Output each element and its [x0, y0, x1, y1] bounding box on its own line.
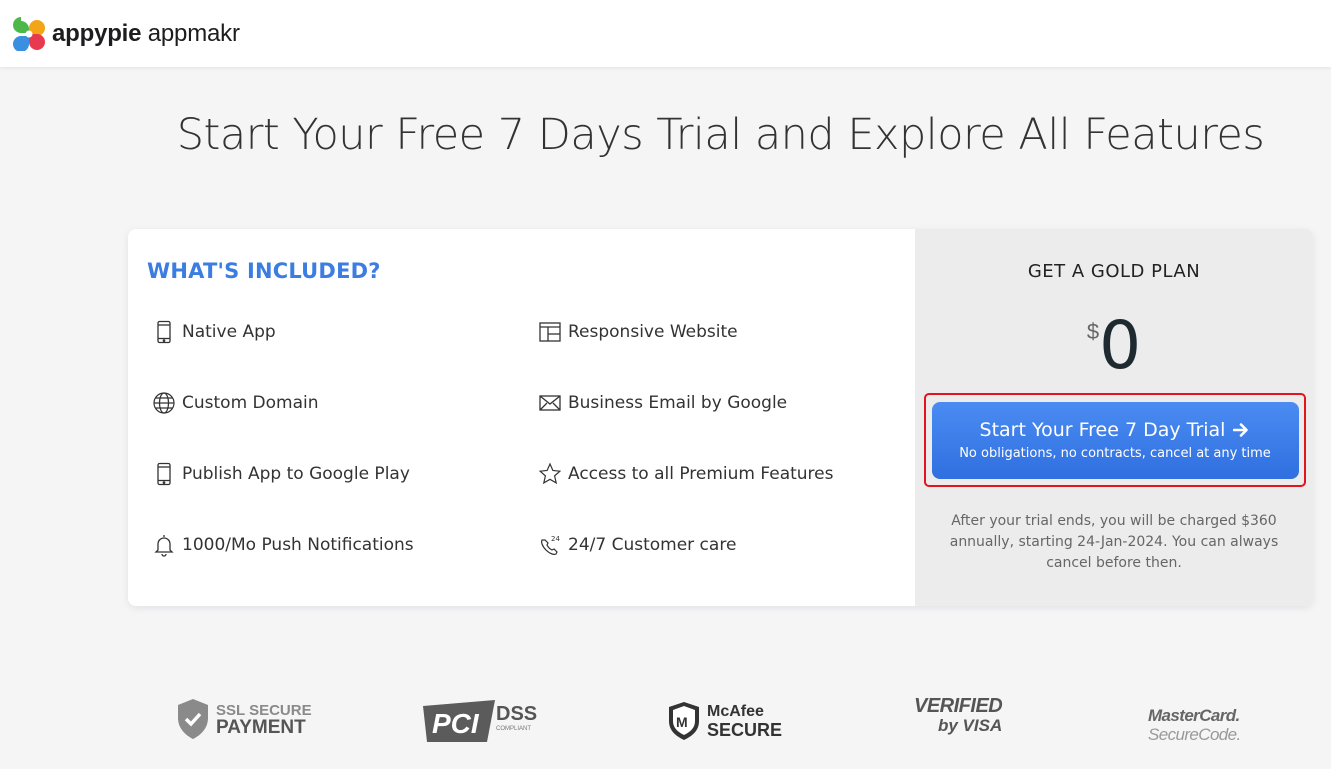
mcafee-shield-icon: M	[669, 702, 699, 740]
bell-icon	[154, 535, 174, 557]
mcafee-text: McAfee SECURE	[707, 702, 782, 740]
feature-label: Custom Domain	[182, 393, 319, 413]
feature-premium-access: Access to all Premium Features	[539, 462, 833, 486]
svg-text:24: 24	[551, 535, 560, 543]
arrow-right-icon	[1233, 423, 1249, 437]
globe-icon	[153, 392, 175, 414]
mcafee-line1: McAfee	[707, 703, 764, 720]
verified-by-visa-badge: VERIFIED by VISA	[914, 695, 1003, 735]
page-headline-text: Start Your Free 7 Days Trial and Explore…	[176, 110, 1265, 160]
ssl-secure-badge: SSL SECURE PAYMENT	[176, 698, 312, 740]
mcafee-secure-badge: M McAfee SECURE	[667, 701, 782, 741]
mc-line1: MasterCard.	[1148, 706, 1240, 725]
envelope-icon	[539, 395, 561, 411]
pci-dss-badge: PCI DSS COMPLIANT	[423, 698, 537, 744]
feature-label: Access to all Premium Features	[568, 464, 834, 484]
cta-highlight-frame: Start Your Free 7 Day Trial No obligatio…	[924, 393, 1306, 487]
mc-line2: SecureCode.	[1148, 725, 1241, 744]
feature-label: Business Email by Google	[568, 393, 788, 413]
appypie-logo-icon	[13, 16, 45, 51]
ssl-secure-text: SSL SECURE PAYMENT	[216, 702, 312, 738]
visa-line2: by VISA	[938, 716, 1003, 735]
dss-sub-label: COMPLIANT	[496, 725, 532, 732]
price-amount: 0	[1099, 307, 1142, 384]
svg-text:M: M	[676, 714, 688, 730]
cta-subtext: No obligations, no contracts, cancel at …	[959, 446, 1271, 461]
mobile-icon	[157, 462, 171, 486]
trust-badges: SSL SECURE PAYMENT PCI DSS COMPLIANT M M…	[0, 690, 1331, 750]
feature-label: Native App	[182, 322, 276, 342]
pci-text: PCI	[432, 708, 480, 739]
mcafee-line2: SECURE	[707, 720, 783, 740]
brand-name: appypie appmakr	[52, 20, 240, 48]
billing-note: After your trial ends, you will be charg…	[949, 513, 1279, 571]
price-currency: $	[1086, 319, 1100, 344]
feature-customer-care: 24 24/7 Customer care	[539, 533, 736, 557]
feature-label: 1000/Mo Push Notifications	[182, 535, 414, 555]
visa-text: VERIFIED by VISA	[914, 695, 1003, 735]
feature-push-notifications: 1000/Mo Push Notifications	[153, 533, 414, 557]
brand-name-bold: appypie	[52, 19, 142, 47]
plan-title: GET A GOLD PLAN	[1027, 261, 1201, 282]
brand-name-light: appmakr	[147, 19, 240, 47]
star-icon	[539, 462, 561, 485]
mastercard-securecode-badge: MasterCard. SecureCode.	[1148, 706, 1241, 744]
feature-label: Publish App to Google Play	[182, 464, 410, 484]
phone-24-icon: 24	[541, 535, 560, 555]
mastercard-text: MasterCard. SecureCode.	[1148, 706, 1241, 744]
included-features-panel: WHAT'S INCLUDED? Native App Responsive W…	[128, 229, 915, 606]
gold-plan-panel: GET A GOLD PLAN $0 Start Your Free 7 Day…	[915, 229, 1313, 606]
appypie-logo[interactable]: appypie appmakr	[12, 16, 240, 51]
feature-business-email: Business Email by Google	[539, 391, 787, 415]
dss-text: DSS COMPLIANT	[496, 702, 538, 735]
mobile-icon	[157, 320, 171, 344]
website-layout-icon	[539, 322, 561, 342]
trial-card: WHAT'S INCLUDED? Native App Responsive W…	[128, 229, 1313, 606]
visa-line1: VERIFIED	[914, 695, 1003, 717]
feature-publish-google-play: Publish App to Google Play	[153, 462, 410, 486]
cta-main-label: Start Your Free 7 Day Trial	[979, 419, 1226, 441]
dss-label: DSS	[496, 702, 538, 725]
page-headline: Start Your Free 7 Days Trial and Explore…	[0, 110, 1331, 160]
feature-native-app: Native App	[153, 320, 276, 344]
included-title: WHAT'S INCLUDED?	[147, 259, 381, 283]
feature-responsive-website: Responsive Website	[539, 320, 738, 344]
feature-label: 24/7 Customer care	[568, 535, 737, 555]
ssl-line2: PAYMENT	[216, 717, 306, 738]
start-free-trial-button[interactable]: Start Your Free 7 Day Trial No obligatio…	[931, 401, 1299, 479]
plan-price: $0	[915, 307, 1313, 384]
top-header: appypie appmakr	[0, 0, 1331, 67]
shield-check-icon	[178, 699, 208, 739]
feature-custom-domain: Custom Domain	[153, 391, 319, 415]
feature-label: Responsive Website	[568, 322, 738, 342]
cta-main-text: Start Your Free 7 Day Trial	[980, 419, 1251, 441]
pci-logo-icon: PCI	[423, 700, 495, 742]
